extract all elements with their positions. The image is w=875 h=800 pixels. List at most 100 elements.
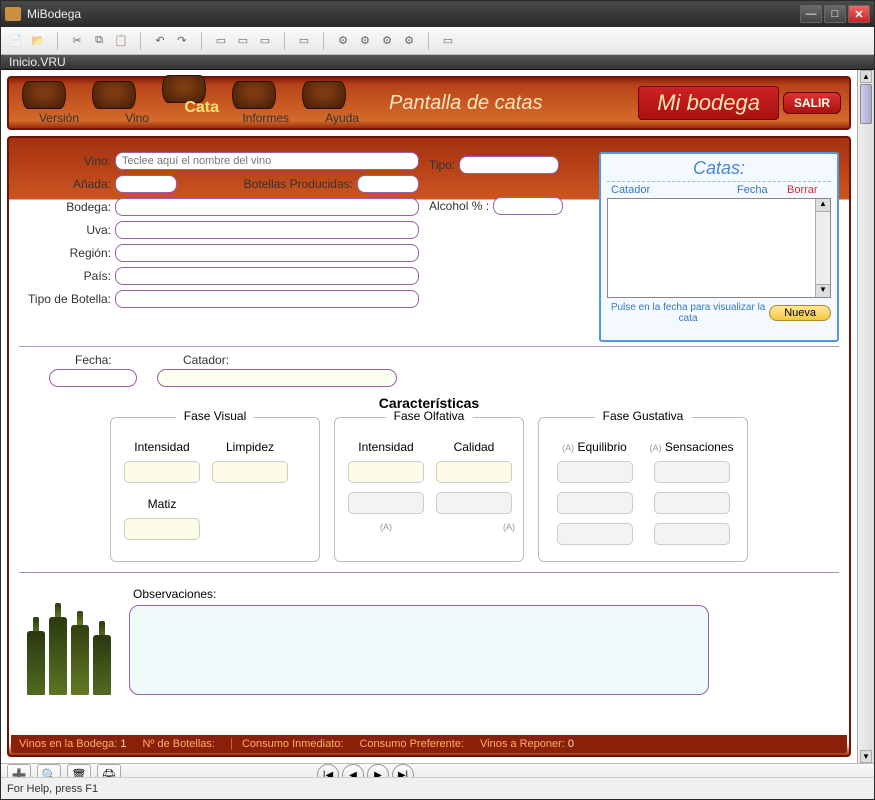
prev-record-button[interactable]: ◀ (342, 764, 364, 777)
gust-eq-2[interactable] (557, 492, 633, 514)
body-band: Vino: Añada: Botellas Producidas: Bodega… (7, 136, 851, 757)
alcohol-label: Alcohol % : (429, 199, 489, 213)
tool8-icon[interactable]: ⚙ (400, 32, 418, 50)
olf-slot4[interactable] (436, 492, 512, 514)
app-icon (5, 7, 21, 21)
tool5-icon[interactable]: ⚙ (334, 32, 352, 50)
uva-input[interactable] (115, 221, 419, 239)
fase-olfativa-group: Fase Olfativa Intensidad (A) Calidad (334, 417, 524, 562)
first-record-button[interactable]: |◀ (317, 764, 339, 777)
app-title: MiBodega (27, 7, 800, 21)
gust-sen-1[interactable] (654, 461, 730, 483)
tool7-icon[interactable]: ⚙ (378, 32, 396, 50)
gust-eq-3[interactable] (557, 523, 633, 545)
catas-panel: Catas: Catador Fecha Borrar ▲ ▼ (599, 152, 839, 342)
tipo-input[interactable] (459, 156, 559, 174)
redo-icon[interactable]: ↷ (173, 32, 191, 50)
tool3-icon[interactable]: ▭ (256, 32, 274, 50)
main-panel: Versión Vino Cata Informes Ayuda Pantall… (1, 70, 857, 763)
alcohol-input[interactable] (493, 197, 563, 215)
bodega-label: Bodega: (19, 200, 111, 214)
tool1-icon[interactable]: ▭ (212, 32, 230, 50)
matiz-label: Matiz (121, 497, 203, 511)
scroll-up-icon[interactable]: ▲ (860, 70, 872, 83)
catas-col-fecha: Fecha (737, 184, 787, 196)
paste-icon[interactable]: 📋 (112, 32, 130, 50)
salir-button[interactable]: SALIR (783, 92, 841, 114)
gust-sen-3[interactable] (654, 523, 730, 545)
catador-input[interactable] (157, 369, 397, 387)
scroll-up-icon[interactable]: ▲ (816, 199, 830, 212)
add-icon[interactable]: ➕ (7, 764, 31, 777)
olf-slot2[interactable] (348, 492, 424, 514)
open-icon[interactable]: 📂 (29, 32, 47, 50)
tipo-botella-input[interactable] (115, 290, 419, 308)
olf-calidad-input[interactable] (436, 461, 512, 483)
uva-label: Uva: (19, 223, 111, 237)
scroll-thumb[interactable] (860, 84, 872, 124)
gust-eq-1[interactable] (557, 461, 633, 483)
region-input[interactable] (115, 244, 419, 262)
olf-a-right: (A) (433, 522, 515, 532)
print-icon[interactable]: 🖨 (97, 764, 121, 777)
catas-title: Catas: (607, 158, 831, 182)
minimize-button[interactable]: — (800, 5, 822, 23)
visual-matiz-input[interactable] (124, 518, 200, 540)
tipo-label: Tipo: (429, 158, 455, 172)
fase-visual-group: Fase Visual Intensidad Matiz Limpidez (110, 417, 320, 562)
tool2-icon[interactable]: ▭ (234, 32, 252, 50)
fase-olfativa-title: Fase Olfativa (386, 409, 473, 423)
header-band: Versión Vino Cata Informes Ayuda Pantall… (7, 76, 851, 130)
fase-visual-title: Fase Visual (176, 409, 254, 423)
undo-icon[interactable]: ↶ (151, 32, 169, 50)
catas-list[interactable]: ▲ ▼ (607, 198, 831, 298)
divider-2 (19, 572, 839, 573)
statusbar: For Help, press F1 (1, 777, 874, 799)
main-toolbar: 📄 📂 ✂ ⧉ 📋 ↶ ↷ ▭ ▭ ▭ ▭ ⚙ ⚙ ⚙ ⚙ (1, 27, 874, 55)
close-button[interactable]: ✕ (848, 5, 870, 23)
tool6-icon[interactable]: ⚙ (356, 32, 374, 50)
document-title: Inicio.VRU (1, 55, 874, 70)
olf-a-left: (A) (345, 522, 427, 532)
vertical-scrollbar[interactable]: ▲ ▼ (857, 70, 874, 763)
observaciones-input[interactable] (129, 605, 709, 695)
botellas-input[interactable] (357, 175, 419, 193)
tab-informes[interactable]: Informes (219, 81, 289, 125)
next-record-button[interactable]: ▶ (367, 764, 389, 777)
tab-ayuda[interactable]: Ayuda (289, 81, 359, 125)
cut-icon[interactable]: ✂ (68, 32, 86, 50)
tab-vino[interactable]: Vino (79, 81, 149, 125)
pais-input[interactable] (115, 267, 419, 285)
app-window: MiBodega — □ ✕ 📄 📂 ✂ ⧉ 📋 ↶ ↷ ▭ ▭ ▭ (0, 0, 875, 800)
status-strip: Vinos en la Bodega: 1 Nº de Botellas: Co… (11, 735, 847, 753)
scroll-down-icon[interactable]: ▼ (816, 284, 830, 297)
bodega-input[interactable] (115, 198, 419, 216)
new-icon[interactable]: 📄 (7, 32, 25, 50)
intensidad-label: Intensidad (121, 440, 203, 454)
visual-limpidez-input[interactable] (212, 461, 288, 483)
nueva-button[interactable]: Nueva (769, 305, 831, 321)
maximize-button[interactable]: □ (824, 5, 846, 23)
olf-intensidad-label: Intensidad (345, 440, 427, 454)
anada-input[interactable] (115, 175, 177, 193)
search-icon[interactable]: 🔍 (37, 764, 61, 777)
last-record-button[interactable]: ▶| (392, 764, 414, 777)
bottom-toolbar: ➕ 🔍 🗑 🖨 |◀ ◀ ▶ ▶| (1, 763, 874, 777)
olf-intensidad-input[interactable] (348, 461, 424, 483)
tool9-icon[interactable]: ▭ (439, 32, 457, 50)
visual-intensidad-input[interactable] (124, 461, 200, 483)
fecha-input[interactable] (49, 369, 137, 387)
observaciones-label: Observaciones: (133, 587, 839, 601)
vino-input[interactable] (115, 152, 419, 170)
catas-hint: Pulse en la fecha para visualizar la cat… (607, 302, 769, 324)
status-text: For Help, press F1 (7, 783, 98, 795)
scroll-down-icon[interactable]: ▼ (860, 750, 872, 763)
copy-icon[interactable]: ⧉ (90, 32, 108, 50)
tool4-icon[interactable]: ▭ (295, 32, 313, 50)
tab-version[interactable]: Versión (9, 81, 79, 125)
catas-scrollbar[interactable]: ▲ ▼ (815, 199, 830, 297)
tab-cata[interactable]: Cata (149, 75, 219, 123)
screen-title: Pantalla de catas (389, 92, 542, 115)
delete-icon[interactable]: 🗑 (67, 764, 91, 777)
gust-sen-2[interactable] (654, 492, 730, 514)
